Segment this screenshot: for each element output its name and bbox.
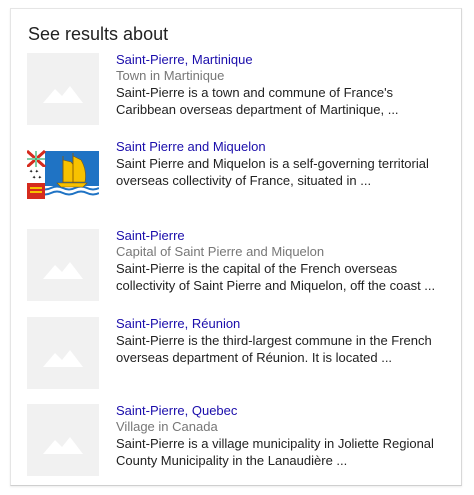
placeholder-image-icon[interactable] (27, 317, 99, 389)
result-description-line: Caribbean overseas department of Martini… (116, 102, 399, 117)
placeholder-image-icon[interactable] (27, 53, 99, 125)
svg-text:✦ ✦: ✦ ✦ (32, 175, 42, 181)
result-description-line: County Municipality in the Lanaudière ..… (116, 453, 348, 468)
results-panel: See results about Saint-Pierre, Martiniq… (10, 8, 462, 486)
result-description-line: overseas collectivity of France, situate… (116, 173, 372, 188)
result-title-link[interactable]: Saint Pierre and Miquelon (116, 139, 461, 155)
result-description-line: Saint-Pierre is a town and commune of Fr… (116, 85, 394, 100)
result-subtitle: Capital of Saint Pierre and Miquelon (116, 244, 325, 259)
result-description-line: Saint-Pierre is the capital of the Frenc… (116, 261, 398, 276)
result-title-link[interactable]: Saint-Pierre, Réunion (116, 316, 461, 332)
result-description-line: Saint-Pierre is a village municipality i… (116, 436, 434, 451)
result-item-saint-pierre[interactable]: Saint-Pierre Capital of Saint Pierre and… (27, 228, 457, 301)
result-description-line: Saint Pierre and Miquelon is a self-gove… (116, 156, 429, 171)
flag-saint-pierre-and-miquelon-icon: ✦ ✦ ✦ ✦ (27, 149, 99, 199)
result-item-saint-pierre-martinique[interactable]: Saint-Pierre, Martinique Town in Martini… (27, 52, 457, 125)
result-title-link[interactable]: Saint-Pierre, Quebec (116, 403, 461, 419)
result-description-line: collectivity of Saint Pierre and Miquelo… (116, 278, 436, 293)
result-item-saint-pierre-reunion[interactable]: Saint-Pierre, Réunion Saint-Pierre is th… (27, 316, 457, 389)
result-description-line: overseas department of Réunion. It is lo… (116, 350, 393, 365)
result-description-line: Saint-Pierre is the third-largest commun… (116, 333, 432, 348)
result-subtitle: Village in Canada (116, 419, 218, 434)
result-item-saint-pierre-quebec[interactable]: Saint-Pierre, Quebec Village in Canada S… (27, 403, 457, 476)
flag-image[interactable]: ✦ ✦ ✦ ✦ (27, 140, 99, 212)
placeholder-image-icon[interactable] (27, 404, 99, 476)
panel-title: See results about (28, 24, 169, 44)
result-title-link[interactable]: Saint-Pierre (116, 228, 461, 244)
result-subtitle: Town in Martinique (116, 68, 225, 83)
result-title-link[interactable]: Saint-Pierre, Martinique (116, 52, 461, 68)
placeholder-image-icon[interactable] (27, 229, 99, 301)
result-item-saint-pierre-and-miquelon[interactable]: ✦ ✦ ✦ ✦ Saint Pierre and Miquelon Saint … (27, 139, 457, 212)
